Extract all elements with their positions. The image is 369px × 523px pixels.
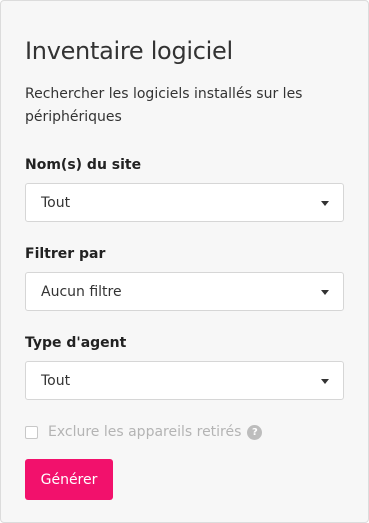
page-title: Inventaire logiciel (25, 37, 233, 65)
agent-type-select[interactable]: Tout (25, 361, 344, 400)
agent-type-select-value: Tout (41, 373, 71, 389)
filter-select[interactable]: Aucun filtre (25, 272, 344, 311)
generate-button[interactable]: Générer (25, 459, 113, 500)
chevron-down-icon (321, 201, 329, 206)
filter-label: Filtrer par (25, 246, 106, 262)
site-select-value: Tout (41, 195, 71, 211)
chevron-down-icon (321, 290, 329, 295)
site-label: Nom(s) du site (25, 157, 142, 173)
exclude-retired-checkbox[interactable] (25, 425, 38, 439)
exclude-retired-label: Exclure les appareils retirés (48, 424, 242, 440)
site-select[interactable]: Tout (25, 183, 344, 222)
software-inventory-panel: Inventaire logiciel Rechercher les logic… (0, 0, 369, 523)
agent-type-label: Type d'agent (25, 335, 127, 351)
exclude-retired-row: Exclure les appareils retirés ? (25, 424, 263, 440)
chevron-down-icon (321, 379, 329, 384)
question-circle-icon[interactable]: ? (247, 424, 263, 440)
page-subtitle: Rechercher les logiciels installés sur l… (25, 86, 303, 125)
filter-select-value: Aucun filtre (41, 284, 122, 300)
